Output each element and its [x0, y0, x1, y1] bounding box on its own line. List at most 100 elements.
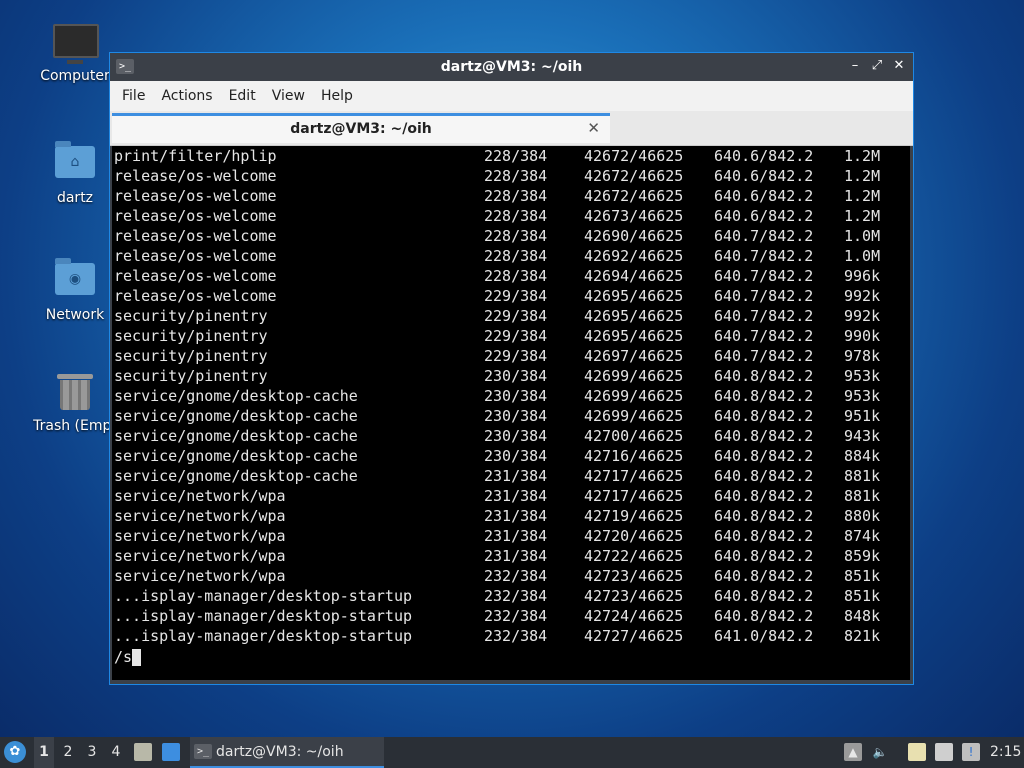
network-folder-icon: ◉ — [53, 258, 97, 303]
terminal-cell: 231/384 — [484, 507, 548, 525]
terminal-cell: 230/384 — [484, 387, 548, 405]
terminal-line: service/network/wpa 231/384 42717/46625 640… — [112, 486, 910, 506]
taskbar-task-terminal[interactable]: >_ dartz@VM3: ~/oih — [190, 737, 384, 768]
terminal-cell: 42719/46625 — [584, 507, 684, 525]
clock[interactable]: 2:15 — [990, 737, 1021, 768]
terminal-line: ...isplay-manager/desktop-startup 232/384… — [112, 606, 910, 626]
terminal-cell: 640.7/842.2 — [714, 247, 814, 265]
clipboard-icon[interactable] — [908, 743, 926, 761]
terminal-cell: 640.7/842.2 — [714, 347, 814, 365]
terminal-cell: 42699/46625 — [584, 367, 684, 385]
terminal-cell: 42690/46625 — [584, 227, 684, 245]
network-icon[interactable] — [935, 743, 953, 761]
terminal-cell: 992k — [844, 307, 881, 325]
maximize-button[interactable]: ⤢ — [869, 58, 885, 73]
workspace-3[interactable]: 3 — [82, 737, 102, 768]
terminal-line: release/os-welcome 229/384 42695/46625 640.… — [112, 286, 910, 306]
terminal-cell: 640.8/842.2 — [714, 567, 814, 585]
workspace-2[interactable]: 2 — [58, 737, 78, 768]
terminal-cell: 881k — [844, 487, 881, 505]
terminal-cell: 978k — [844, 347, 881, 365]
terminal-cell: 229/384 — [484, 307, 548, 325]
volume-icon[interactable]: 🔈 — [871, 743, 889, 761]
terminal-cell: release/os-welcome — [114, 267, 277, 285]
terminal-cell: 640.7/842.2 — [714, 287, 814, 305]
workspace-1[interactable]: 1 — [34, 737, 54, 768]
terminal-cell: ...isplay-manager/desktop-startup — [114, 627, 413, 645]
notification-icon[interactable]: ! — [962, 743, 980, 761]
terminal-cell: 42716/46625 — [584, 447, 684, 465]
terminal-cell: 953k — [844, 367, 881, 385]
terminal-cell: 229/384 — [484, 327, 548, 345]
terminal-cell: 231/384 — [484, 467, 548, 485]
menu-edit[interactable]: Edit — [221, 88, 264, 104]
terminal-line: service/network/wpa 231/384 42719/46625 640… — [112, 506, 910, 526]
terminal-cell: 42695/46625 — [584, 307, 684, 325]
close-button[interactable]: ✕ — [891, 58, 907, 73]
terminal-cell: service/network/wpa — [114, 487, 286, 505]
terminal-cell: service/network/wpa — [114, 547, 286, 565]
minimize-button[interactable]: – — [847, 58, 863, 73]
terminal-cell: 859k — [844, 547, 881, 565]
terminal-cell: service/network/wpa — [114, 527, 286, 545]
terminal-cell: security/pinentry — [114, 347, 268, 365]
terminal-line: service/network/wpa 231/384 42722/46625 640… — [112, 546, 910, 566]
terminal-cell: 1.2M — [844, 207, 881, 225]
terminal-cell: 230/384 — [484, 367, 548, 385]
terminal-cell: 640.8/842.2 — [714, 527, 814, 545]
terminal-cell: 640.8/842.2 — [714, 587, 814, 605]
terminal-cell: release/os-welcome — [114, 227, 277, 245]
start-menu-icon[interactable]: ✿ — [4, 741, 26, 763]
terminal-cell: 231/384 — [484, 527, 548, 545]
window-titlebar[interactable]: >_ dartz@VM3: ~/oih – ⤢ ✕ — [110, 53, 913, 81]
terminal-cell: 230/384 — [484, 447, 548, 465]
terminal-cell: 851k — [844, 587, 881, 605]
terminal-cell: release/os-welcome — [114, 247, 277, 265]
terminal-line: service/gnome/desktop-cache 230/384 42699/… — [112, 406, 910, 426]
terminal-cell: 640.7/842.2 — [714, 327, 814, 345]
terminal-cell: 640.7/842.2 — [714, 227, 814, 245]
updates-icon[interactable]: ▲ — [844, 743, 862, 761]
menu-actions[interactable]: Actions — [153, 88, 220, 104]
terminal-cell: ...isplay-manager/desktop-startup — [114, 587, 413, 605]
terminal-line: service/gnome/desktop-cache 230/384 42716/… — [112, 446, 910, 466]
terminal-line: ...isplay-manager/desktop-startup 232/384… — [112, 586, 910, 606]
menu-file[interactable]: File — [114, 88, 153, 104]
terminal-cell: 42700/46625 — [584, 427, 684, 445]
terminal-cell: 232/384 — [484, 607, 548, 625]
show-desktop-icon[interactable] — [162, 743, 180, 761]
terminal-cell: 42672/46625 — [584, 167, 684, 185]
file-manager-launcher-icon[interactable] — [134, 743, 152, 761]
terminal-output[interactable]: print/filter/hplip 228/384 42672/46625 640.… — [112, 146, 910, 680]
terminal-window: >_ dartz@VM3: ~/oih – ⤢ ✕ File Actions E… — [110, 53, 913, 684]
terminal-cell: 951k — [844, 407, 881, 425]
workspace-4[interactable]: 4 — [106, 737, 126, 768]
prompt-text: /s — [114, 648, 133, 666]
trash-icon — [53, 374, 97, 414]
terminal-cell: 231/384 — [484, 487, 548, 505]
terminal-cell: 42672/46625 — [584, 147, 684, 165]
tab-terminal[interactable]: dartz@VM3: ~/oih ✕ — [112, 113, 610, 143]
terminal-cell: 42723/46625 — [584, 587, 684, 605]
terminal-line: security/pinentry 229/384 42697/46625 640.7… — [112, 346, 910, 366]
terminal-cell: 228/384 — [484, 207, 548, 225]
terminal-cell: 228/384 — [484, 147, 548, 165]
terminal-line: service/gnome/desktop-cache 230/384 42699/… — [112, 386, 910, 406]
terminal-cell: 874k — [844, 527, 881, 545]
menu-help[interactable]: Help — [313, 88, 361, 104]
terminal-cell: 42717/46625 — [584, 467, 684, 485]
menu-view[interactable]: View — [264, 88, 313, 104]
terminal-cell: 1.0M — [844, 247, 881, 265]
terminal-cell: 232/384 — [484, 567, 548, 585]
terminal-cell: 1.2M — [844, 167, 881, 185]
terminal-cell: 231/384 — [484, 547, 548, 565]
terminal-cell: service/gnome/desktop-cache — [114, 387, 358, 405]
tab-title: dartz@VM3: ~/oih — [290, 121, 432, 137]
terminal-prompt[interactable]: /s — [112, 646, 910, 668]
terminal-cell: 232/384 — [484, 627, 548, 645]
terminal-line: print/filter/hplip 228/384 42672/46625 640.… — [112, 146, 910, 166]
terminal-cell: print/filter/hplip — [114, 147, 277, 165]
terminal-cell: 42673/46625 — [584, 207, 684, 225]
menu-bar: File Actions Edit View Help — [110, 81, 913, 111]
tab-close-icon[interactable]: ✕ — [587, 119, 600, 137]
